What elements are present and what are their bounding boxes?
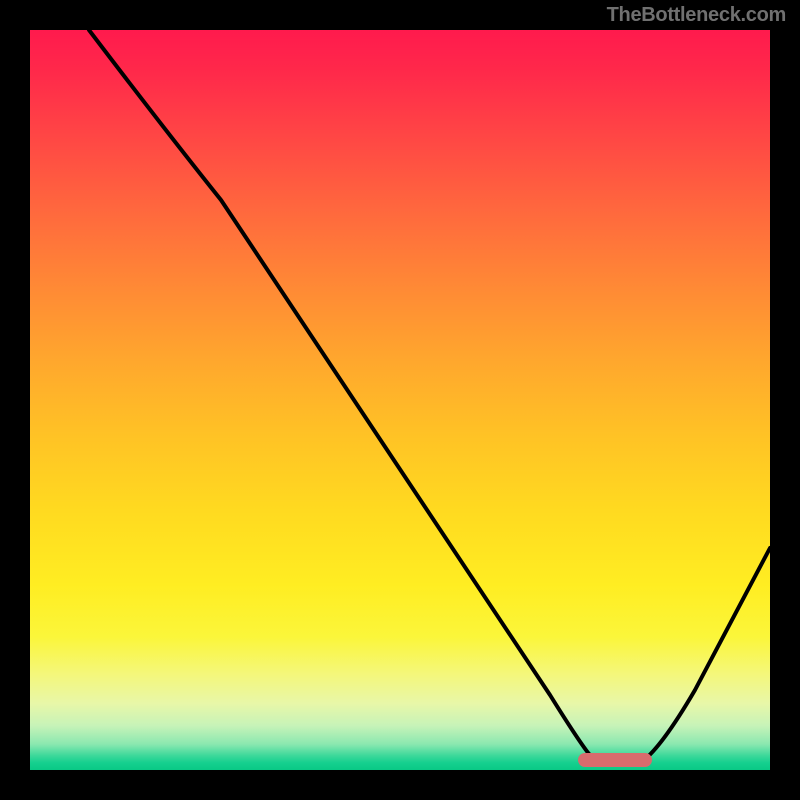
plot-area xyxy=(30,30,770,770)
curve-svg xyxy=(30,30,770,770)
highlight-marker xyxy=(578,753,652,767)
watermark-text: TheBottleneck.com xyxy=(607,4,786,27)
chart-container: TheBottleneck.com xyxy=(0,0,800,800)
curve-path xyxy=(89,30,770,765)
